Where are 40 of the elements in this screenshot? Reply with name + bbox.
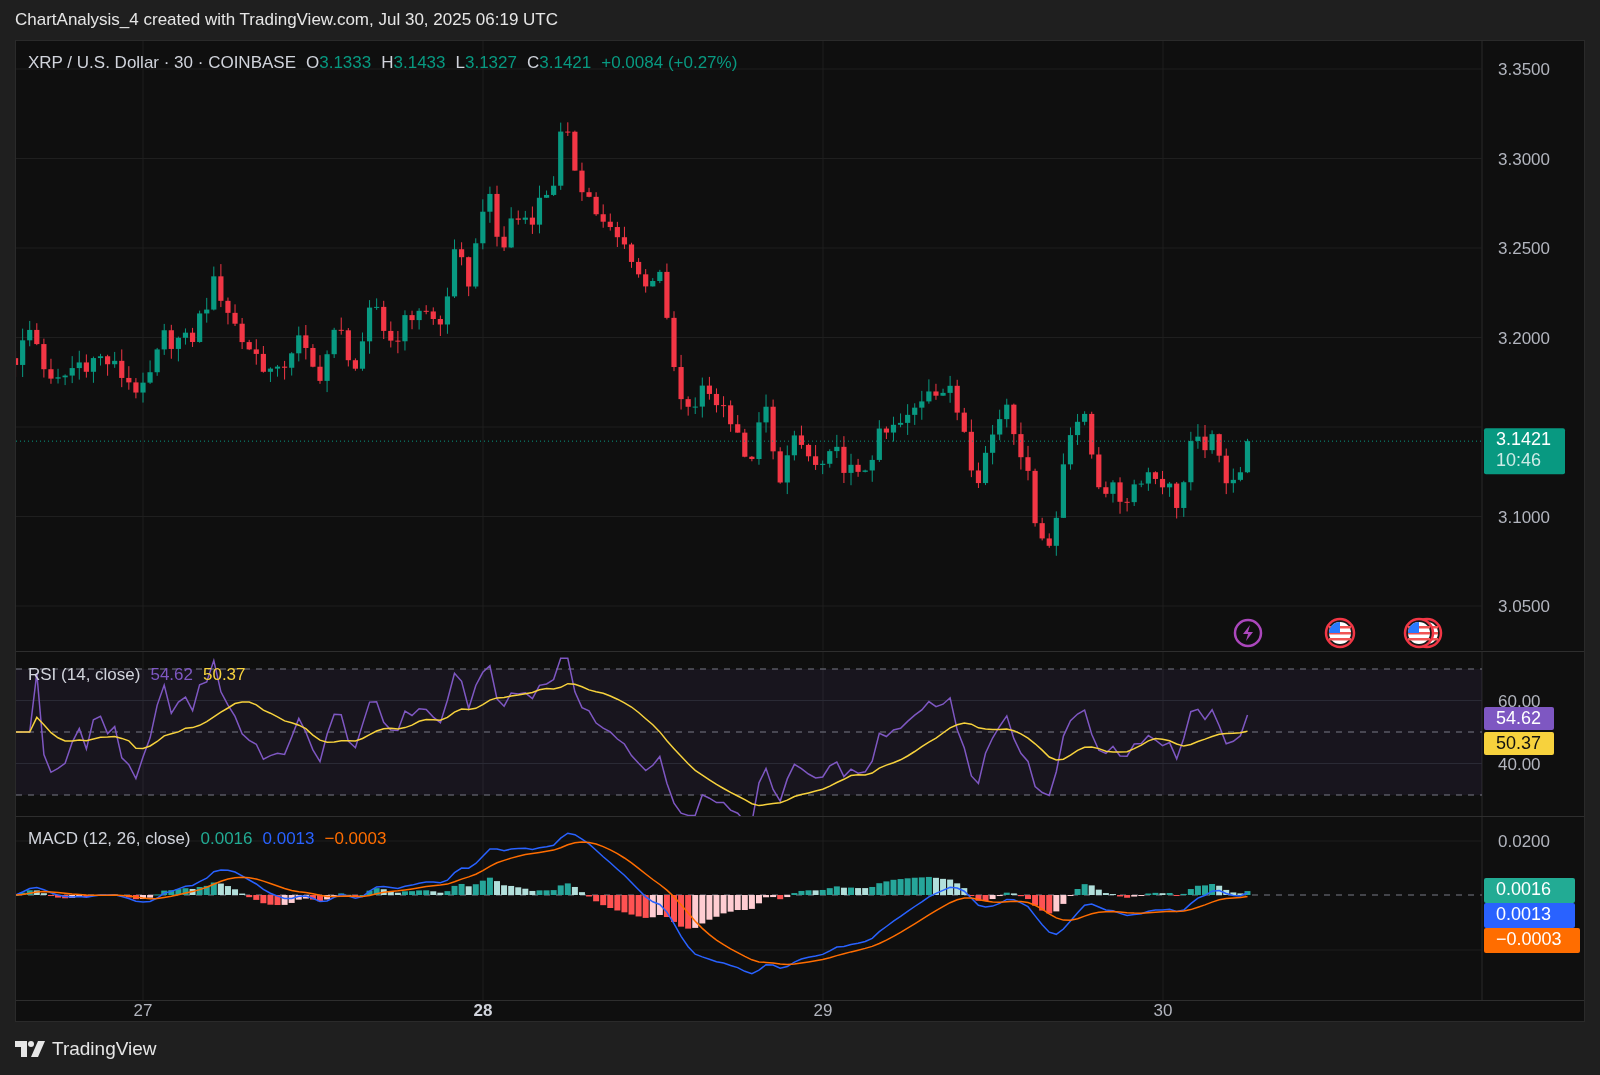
macd-value-tag: 0.0013 xyxy=(1484,903,1575,928)
ohlc-value: 3.1327 xyxy=(464,53,517,73)
ohlc-label: H xyxy=(381,53,394,73)
symbol-name: XRP / U.S. Dollar · 30 · COINBASE xyxy=(28,53,296,73)
indicator-value: 54.62 xyxy=(150,665,193,685)
brand-name[interactable]: TradingView xyxy=(52,1037,157,1060)
ohlc-value: 3.1433 xyxy=(393,53,446,73)
rsi-value-tag: 54.62 xyxy=(1484,707,1554,730)
ohlc-label: L xyxy=(455,53,465,73)
indicator-title: RSI (14, close) xyxy=(28,665,141,685)
price-axis-label: 3.1000 xyxy=(1498,507,1550,527)
price-axis-label: 3.3500 xyxy=(1498,60,1550,79)
flag-icon[interactable] xyxy=(1324,617,1356,649)
rsi-value-tag: 50.37 xyxy=(1484,732,1554,755)
ohlc-value: 3.1421 xyxy=(539,53,592,73)
price-axis-label: 3.2000 xyxy=(1498,328,1550,348)
price-axis-label: 3.0500 xyxy=(1498,597,1550,616)
time-axis-label: 29 xyxy=(813,1001,833,1020)
price-axis-label: 3.3000 xyxy=(1498,149,1550,169)
macd-value-tag: 0.0016 xyxy=(1484,878,1575,903)
ohlc-label: C xyxy=(526,53,540,73)
lightning-icon[interactable] xyxy=(1233,618,1263,648)
flag-stack-icon[interactable] xyxy=(1403,617,1443,649)
indicator-title: MACD (12, 26, close) xyxy=(28,829,191,849)
last-price-tag: 3.1421 10:46 xyxy=(1484,428,1565,475)
indicator-value: −0.0003 xyxy=(324,829,387,849)
indicator-value: 0.0013 xyxy=(262,829,315,849)
price-change: +0.0084 (+0.27%) xyxy=(601,53,738,73)
rsi-axis-label: 40.00 xyxy=(1498,754,1541,774)
price-axis-label: 3.2500 xyxy=(1498,239,1550,258)
ohlc-label: O xyxy=(306,53,320,73)
macd-value-tag: −0.0003 xyxy=(1484,928,1580,953)
logo-icon[interactable] xyxy=(15,1040,45,1057)
time-axis-label: 30 xyxy=(1153,1001,1173,1020)
time-axis-label: 27 xyxy=(133,1001,153,1020)
ohlc-value: 3.1333 xyxy=(319,53,372,73)
time-axis-label: 28 xyxy=(473,1001,493,1020)
macd-axis-label: 0.0200 xyxy=(1498,832,1550,851)
indicator-value: 0.0016 xyxy=(200,829,253,849)
chart-title: ChartAnalysis_4 created with TradingView.com, Jul 30, 2025 06:19 UTC xyxy=(15,10,559,30)
